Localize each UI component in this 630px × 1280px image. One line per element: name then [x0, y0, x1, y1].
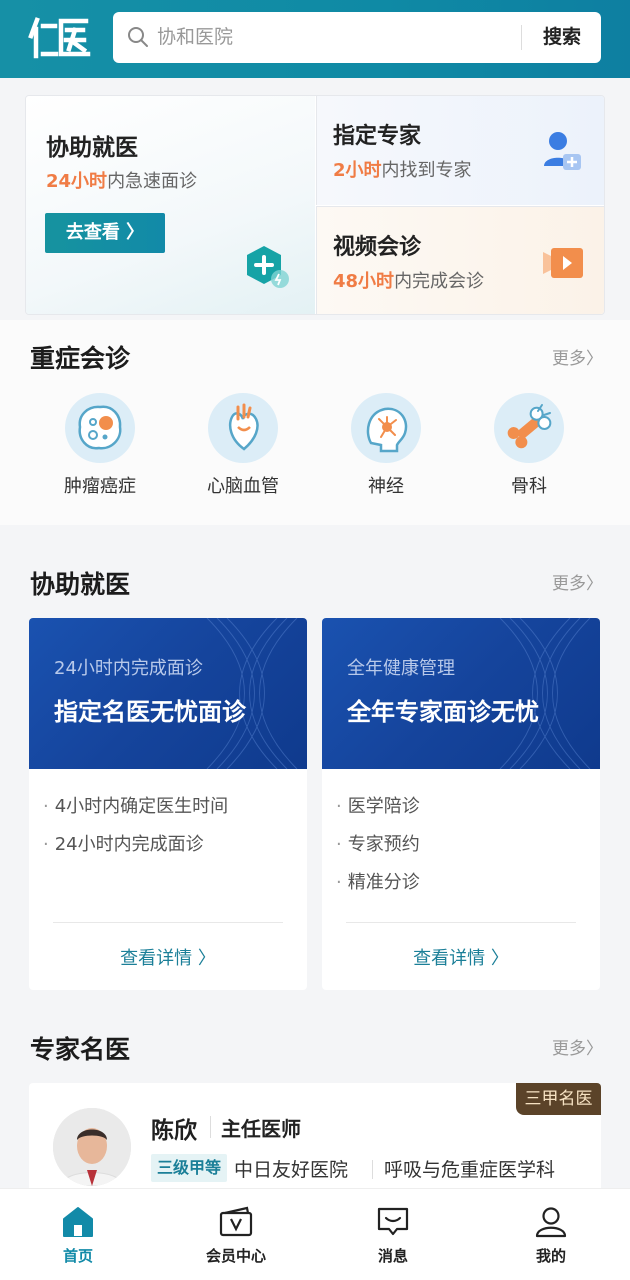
- search-divider: [521, 25, 522, 50]
- video-card[interactable]: 视频会诊 48小时内完成会诊: [316, 206, 604, 314]
- doctor-department: 呼吸与危重症医学科: [384, 1159, 556, 1181]
- doctor-hospital: 中日友好医院: [234, 1159, 349, 1181]
- assist-more-link[interactable]: 更多〉: [552, 569, 603, 594]
- video-camera-icon: [543, 248, 583, 278]
- nav-label: 首页: [62, 1247, 93, 1265]
- service-bullet: · 医学陪诊: [336, 796, 420, 817]
- category-label: 肿瘤癌症: [64, 476, 136, 497]
- service-bullet: · 精准分诊: [336, 872, 420, 893]
- home-icon: [63, 1207, 93, 1237]
- nav-profile[interactable]: 我的: [496, 1205, 606, 1266]
- hospital-grade-badge: 三级甲等: [151, 1154, 228, 1182]
- bone-icon: [507, 404, 552, 449]
- service-bullet: · 4小时内确定医生时间: [43, 796, 229, 817]
- message-icon: [377, 1207, 409, 1236]
- divider: [372, 1160, 373, 1179]
- nav-member[interactable]: 会员中心: [181, 1205, 291, 1266]
- service-headline: 全年专家面诊无忧: [347, 698, 539, 726]
- member-card-icon: [219, 1206, 253, 1237]
- app-logo[interactable]: [28, 16, 92, 60]
- category-label: 神经: [368, 476, 404, 497]
- doctor-name: 陈欣: [151, 1118, 197, 1144]
- nav-label: 会员中心: [205, 1247, 266, 1265]
- service-banner: 全年健康管理 全年专家面诊无忧: [322, 618, 600, 769]
- nav-home[interactable]: 首页: [23, 1205, 133, 1266]
- top-header: 协和医院 搜索: [0, 0, 630, 78]
- nav-label: 我的: [535, 1247, 566, 1265]
- service-subtitle: 24小时内完成面诊: [54, 658, 203, 679]
- experts-section-title: 专家名医: [30, 1035, 131, 1064]
- divider: [346, 922, 576, 923]
- service-bullets: · 4小时内确定医生时间 · 24小时内完成面诊: [43, 788, 228, 864]
- heart-icon: [228, 403, 259, 451]
- experts-more-link[interactable]: 更多〉: [552, 1034, 603, 1059]
- view-details-link[interactable]: 查看详情 〉: [29, 944, 307, 970]
- service-banner: 24小时内完成面诊 指定名医无忧面诊: [29, 618, 307, 769]
- profile-icon: [535, 1207, 567, 1238]
- critical-more-link[interactable]: 更多〉: [552, 344, 603, 369]
- critical-section-title: 重症会诊: [30, 344, 131, 373]
- video-card-subtitle: 48小时内完成会诊: [333, 271, 485, 292]
- category-cardio[interactable]: 心脑血管: [188, 393, 298, 498]
- service-headline: 指定名医无忧面诊: [54, 698, 246, 726]
- tumor-cell-icon: [78, 405, 122, 450]
- bottom-nav: 首页 会员中心 消息 我的: [0, 1188, 630, 1280]
- search-bar[interactable]: 协和医院 搜索: [113, 12, 601, 63]
- view-button[interactable]: 去查看 〉: [45, 213, 165, 253]
- search-button[interactable]: 搜索: [523, 12, 601, 63]
- assist-section-title: 协助就医: [30, 570, 131, 599]
- category-ortho[interactable]: 骨科: [474, 393, 584, 498]
- service-bullet: · 专家预约: [336, 834, 420, 855]
- medical-plus-icon: [247, 246, 289, 288]
- category-tumor[interactable]: 肿瘤癌症: [45, 393, 155, 498]
- assist-card[interactable]: 协助就医 24小时内急速面诊 去查看 〉: [26, 96, 315, 314]
- view-details-link[interactable]: 查看详情 〉: [322, 944, 600, 970]
- nav-messages[interactable]: 消息: [338, 1205, 448, 1266]
- assist-card-subtitle: 24小时内急速面诊: [46, 171, 198, 192]
- divider: [210, 1116, 211, 1138]
- quick-services-panel: 协助就医 24小时内急速面诊 去查看 〉 指定专家 2小时内找到专家 视频会诊 …: [25, 95, 605, 315]
- category-label: 骨科: [511, 476, 547, 497]
- search-input[interactable]: 协和医院: [157, 24, 233, 50]
- doctor-add-icon: [544, 132, 581, 170]
- service-subtitle: 全年健康管理: [347, 658, 455, 679]
- assist-card-title: 协助就医: [46, 135, 138, 161]
- service-card-annual-health[interactable]: 全年健康管理 全年专家面诊无忧 · 医学陪诊 · 专家预约 · 精准分诊 查看详情 〉: [322, 618, 600, 990]
- nav-label: 消息: [377, 1247, 408, 1265]
- service-bullet: · 24小时内完成面诊: [43, 834, 204, 855]
- divider: [53, 922, 283, 923]
- category-label: 心脑血管: [207, 476, 279, 497]
- service-bullets: · 医学陪诊 · 专家预约 · 精准分诊: [336, 788, 420, 902]
- expert-card[interactable]: 指定专家 2小时内找到专家: [316, 96, 604, 205]
- video-card-title: 视频会诊: [333, 235, 422, 260]
- top-doctor-badge: 三甲名医: [516, 1083, 601, 1115]
- category-neuro[interactable]: 神经: [331, 393, 441, 498]
- doctor-title: 主任医师: [221, 1117, 301, 1141]
- service-card-vip-visit[interactable]: 24小时内完成面诊 指定名医无忧面诊 · 4小时内确定医生时间 · 24小时内完成面…: [29, 618, 307, 990]
- expert-card-title: 指定专家: [333, 124, 422, 149]
- doctor-avatar: [53, 1108, 131, 1186]
- search-icon: [128, 27, 148, 47]
- expert-card-subtitle: 2小时内找到专家: [333, 160, 472, 181]
- brain-neuron-icon: [366, 407, 408, 453]
